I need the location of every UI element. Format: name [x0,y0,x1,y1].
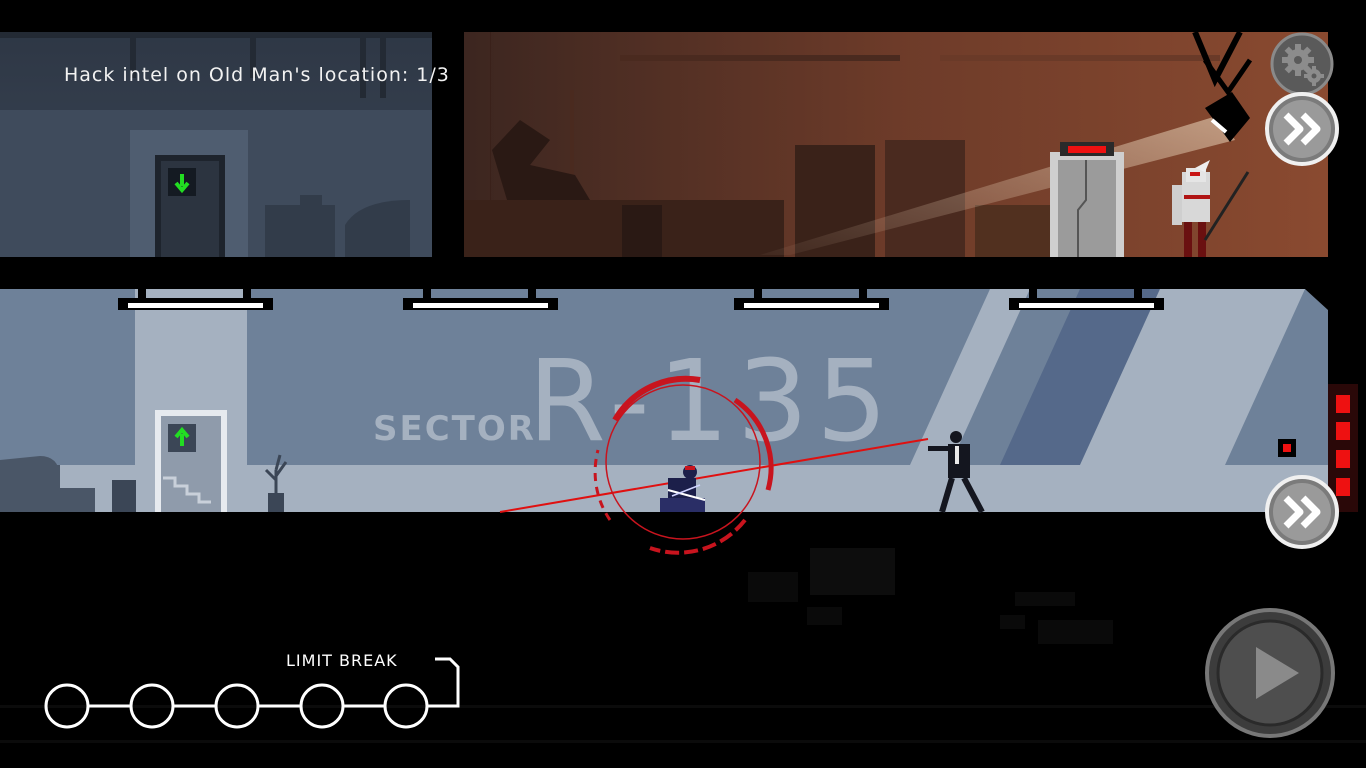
fast-forward-icon [1265,92,1339,166]
fast-forward-button-upper[interactable] [1264,91,1340,167]
limit-break-node [383,683,429,729]
play-button[interactable] [1204,607,1336,739]
elevator-door-up[interactable] [155,410,227,512]
limit-break-node [214,683,260,729]
sector-code: R-135 [528,337,895,467]
limit-break-node [299,683,345,729]
fast-forward-icon [1265,475,1339,549]
sector-label: SECTOR [373,409,536,449]
limit-break-node [44,683,90,729]
limit-break-node [129,683,175,729]
objective-text: Hack intel on Old Man's location: 1/3 [64,64,450,86]
play-icon [1205,608,1335,738]
security-door [1050,142,1124,257]
floor-slab [0,257,1328,289]
gear-icon [1270,32,1334,96]
fast-forward-button-lower[interactable] [1264,474,1340,550]
settings-button[interactable] [1270,32,1334,96]
limit-break-meter [44,657,460,729]
elevator-door-down[interactable] [155,155,225,257]
